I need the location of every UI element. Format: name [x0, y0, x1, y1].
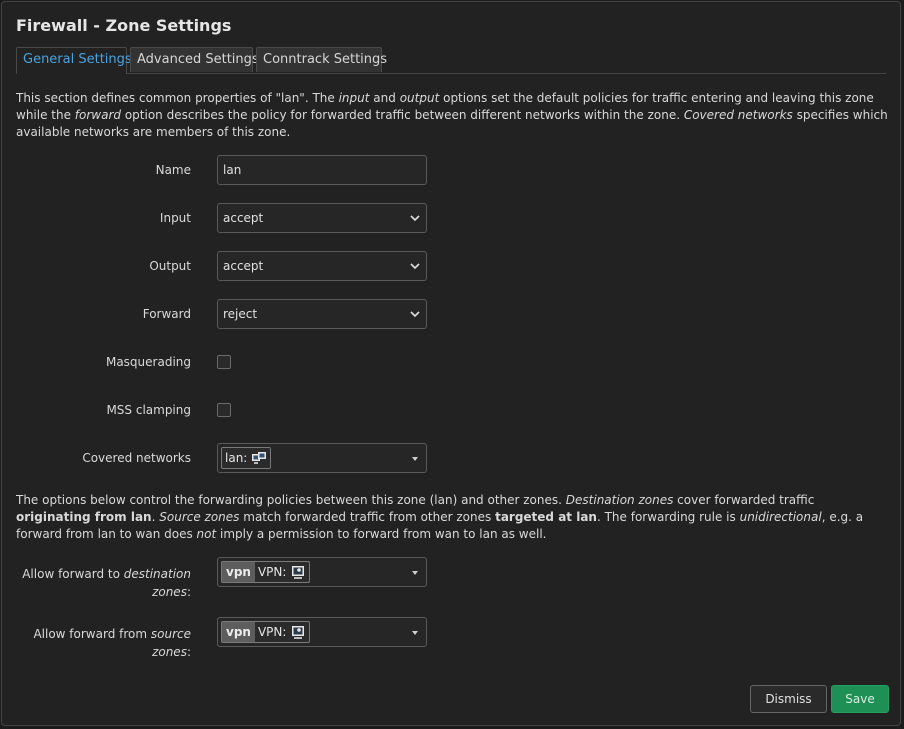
dialog-title: Firewall - Zone Settings: [16, 16, 232, 35]
forward-dest-zones-select[interactable]: vpn VPN:: [217, 557, 427, 587]
forwarding-description: The options below control the forwarding…: [16, 493, 864, 541]
dismiss-button[interactable]: Dismiss: [750, 685, 827, 713]
input-policy-select[interactable]: accept: [217, 203, 427, 233]
tab-general-settings[interactable]: General Settings: [16, 47, 132, 74]
network-icon: [252, 452, 267, 464]
dropdown-arrow-icon: [412, 457, 418, 461]
tab-advanced-settings[interactable]: Advanced Settings: [130, 47, 259, 72]
forward-src-label: Allow forward from source zones:: [33, 627, 191, 659]
zone-chip-vpn-dest[interactable]: vpn VPN:: [221, 561, 311, 583]
mss-clamping-checkbox[interactable]: [217, 403, 231, 417]
dropdown-arrow-icon: [412, 631, 418, 635]
mss-clamping-label: MSS clamping: [106, 403, 191, 417]
covered-networks-label: Covered networks: [82, 451, 191, 465]
zone-settings-dialog: Firewall - Zone Settings General Setting…: [1, 1, 901, 726]
name-input[interactable]: lan: [217, 155, 427, 185]
name-label: Name: [155, 163, 191, 177]
chevron-down-icon: [410, 215, 420, 222]
input-label: Input: [159, 211, 191, 225]
covered-networks-select[interactable]: lan:: [217, 443, 427, 473]
chevron-down-icon: [410, 311, 420, 318]
masquerading-label: Masquerading: [105, 355, 191, 369]
zone-description: This section defines common properties o…: [16, 91, 888, 139]
tab-conntrack-settings[interactable]: Conntrack Settings: [256, 47, 387, 72]
network-icon: [292, 626, 305, 639]
forward-dest-label: Allow forward to destination zones:: [22, 567, 191, 599]
output-label: Output: [149, 259, 191, 273]
network-chip-lan[interactable]: lan:: [221, 447, 272, 469]
forward-label: Forward: [142, 307, 191, 321]
save-button[interactable]: Save: [831, 685, 889, 713]
masquerading-checkbox[interactable]: [217, 355, 231, 369]
network-icon: [292, 566, 305, 579]
dropdown-arrow-icon: [412, 571, 418, 575]
forward-src-zones-select[interactable]: vpn VPN:: [217, 617, 427, 647]
chevron-down-icon: [410, 263, 420, 270]
tab-bar: General Settings Advanced Settings Connt…: [16, 47, 886, 74]
forward-policy-select[interactable]: reject: [217, 299, 427, 329]
output-policy-select[interactable]: accept: [217, 251, 427, 281]
zone-chip-vpn-src[interactable]: vpn VPN:: [221, 621, 311, 643]
